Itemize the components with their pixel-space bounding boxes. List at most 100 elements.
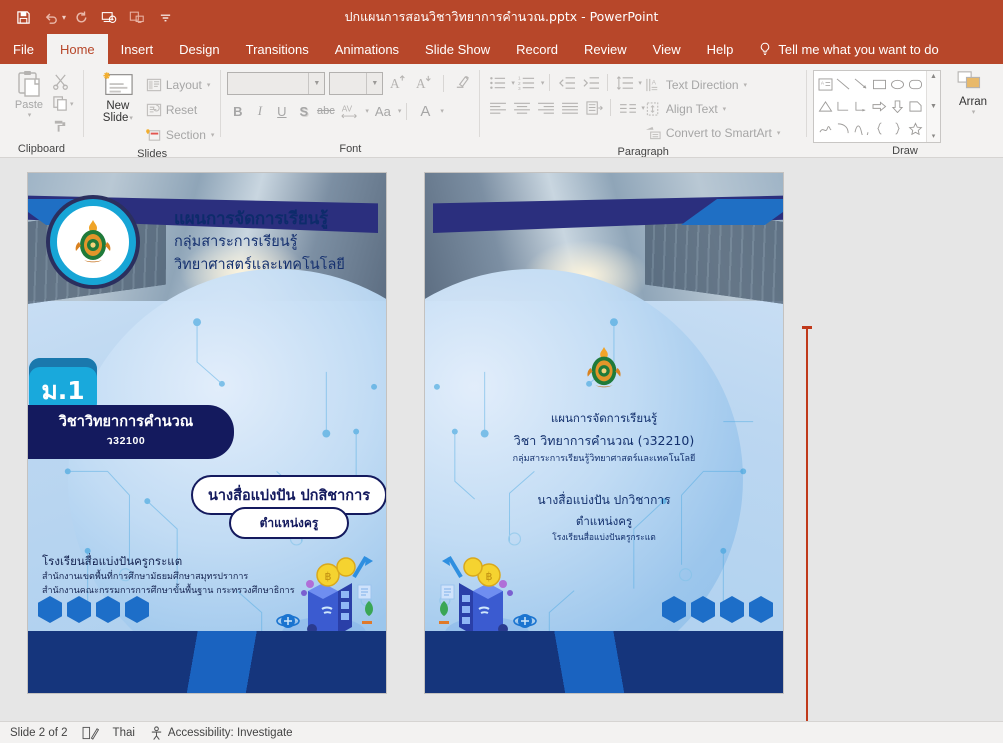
- tell-me-search[interactable]: Tell me what you want to do: [746, 34, 950, 64]
- change-case-caret[interactable]: ▾: [398, 107, 402, 115]
- shapes-scroll-up-icon[interactable]: ▲: [930, 73, 937, 80]
- down-arrow-shape-icon[interactable]: [888, 95, 906, 117]
- text-direction-caret[interactable]: ▾: [744, 81, 748, 89]
- arrange-button[interactable]: Arran ▾: [949, 68, 997, 116]
- justify-button[interactable]: [558, 97, 581, 119]
- shapes-scroll-down-icon[interactable]: ▼: [930, 103, 937, 110]
- tab-slide-show[interactable]: Slide Show: [412, 34, 503, 64]
- font-color-button[interactable]: A: [412, 100, 438, 122]
- elbow-connector-icon[interactable]: [834, 95, 852, 117]
- character-spacing-caret[interactable]: ▾: [365, 107, 369, 115]
- slide-2-text-block[interactable]: แผนการจัดการเรียนรู้ วิชา วิทยาการคำนวณ …: [425, 409, 783, 545]
- notes-status-icon[interactable]: [82, 726, 99, 740]
- cut-button[interactable]: [52, 71, 74, 92]
- slide-1-title-block[interactable]: แผนการจัดการเรียนรู้ กลุ่มสาระการเรียนรู…: [174, 209, 386, 275]
- layout-dropdown-caret[interactable]: ▾: [207, 81, 211, 89]
- align-text-button[interactable]: Align Text ▾: [645, 97, 781, 120]
- smartart-columns-button[interactable]: [616, 97, 639, 119]
- tab-insert[interactable]: Insert: [108, 34, 167, 64]
- present-online-icon[interactable]: [124, 5, 150, 29]
- align-center-button[interactable]: [510, 97, 533, 119]
- pentagon-flow-shape-icon[interactable]: [906, 95, 924, 117]
- rectangle-shape-icon[interactable]: [870, 73, 888, 95]
- format-painter-button[interactable]: [52, 115, 74, 136]
- tab-file[interactable]: File: [0, 34, 47, 64]
- arrow-shape-icon[interactable]: [852, 73, 870, 95]
- bold-button[interactable]: B: [227, 100, 248, 122]
- new-slide-button[interactable]: New Slide ▾: [90, 68, 146, 124]
- shapes-gallery-more-icon[interactable]: ▾: [932, 132, 936, 140]
- elbow-arrow-connector-icon[interactable]: [852, 95, 870, 117]
- reset-button[interactable]: Reset: [146, 98, 215, 121]
- double-curve-shape-icon[interactable]: [852, 118, 870, 140]
- text-direction-button[interactable]: A Text Direction ▾: [645, 73, 781, 96]
- paste-dropdown-caret[interactable]: ▾: [28, 111, 32, 119]
- align-left-button[interactable]: [486, 97, 509, 119]
- arrange-caret[interactable]: ▾: [972, 108, 976, 116]
- undo-dropdown-caret[interactable]: ▾: [62, 13, 66, 22]
- customize-qat-icon[interactable]: [152, 5, 178, 29]
- underline-button[interactable]: U: [271, 100, 292, 122]
- left-brace-shape-icon[interactable]: [870, 118, 888, 140]
- right-brace-shape-icon[interactable]: [888, 118, 906, 140]
- align-right-button[interactable]: [534, 97, 557, 119]
- font-name-combo[interactable]: ▼: [227, 71, 326, 95]
- slide-counter[interactable]: Slide 2 of 2: [10, 727, 68, 739]
- increase-indent-button[interactable]: [579, 72, 602, 94]
- tab-transitions[interactable]: Transitions: [233, 34, 322, 64]
- scribble-shape-icon[interactable]: [816, 118, 834, 140]
- font-size-combo[interactable]: ▼: [329, 71, 384, 95]
- arc-shape-icon[interactable]: [834, 118, 852, 140]
- start-from-beginning-icon[interactable]: [96, 5, 122, 29]
- convert-to-smartart-button[interactable]: Convert to SmartArt ▾: [645, 121, 781, 144]
- change-case-button[interactable]: Aa: [370, 100, 396, 122]
- copy-button[interactable]: ▾: [52, 93, 74, 114]
- clear-formatting-icon[interactable]: [452, 72, 474, 94]
- save-icon[interactable]: [10, 5, 36, 29]
- section-dropdown-caret[interactable]: ▾: [211, 131, 215, 139]
- language-status[interactable]: Thai: [113, 727, 135, 739]
- shapes-gallery[interactable]: A ▲ ▼ ▾: [813, 70, 942, 143]
- accessibility-status[interactable]: Accessibility: Investigate: [149, 725, 293, 740]
- rounded-rectangle-shape-icon[interactable]: [906, 73, 924, 95]
- font-name-value[interactable]: [228, 73, 308, 94]
- text-shadow-button[interactable]: S: [293, 100, 314, 122]
- bullets-caret[interactable]: ▾: [511, 79, 515, 87]
- tab-animations[interactable]: Animations: [322, 34, 412, 64]
- font-color-caret[interactable]: ▾: [440, 107, 444, 115]
- line-spacing-button[interactable]: [613, 72, 636, 94]
- tab-home[interactable]: Home: [46, 34, 108, 64]
- tab-view[interactable]: View: [640, 34, 694, 64]
- slide-2[interactable]: แผนการจัดการเรียนรู้ วิชา วิทยาการคำนวณ …: [424, 172, 784, 694]
- convert-to-smartart-caret[interactable]: ▾: [777, 129, 781, 137]
- slide-1-teacher-role-pill[interactable]: ตำแหน่งครู: [229, 507, 349, 539]
- strikethrough-button[interactable]: abc: [315, 100, 336, 122]
- shapes-gallery-scrollbar[interactable]: ▲ ▼ ▾: [926, 71, 941, 142]
- increase-font-size-icon[interactable]: A: [387, 72, 409, 94]
- character-spacing-button[interactable]: AV: [337, 100, 363, 122]
- font-size-caret[interactable]: ▼: [366, 72, 382, 94]
- tab-help[interactable]: Help: [694, 34, 747, 64]
- columns-button[interactable]: [582, 97, 605, 119]
- italic-button[interactable]: I: [249, 100, 270, 122]
- numbering-button[interactable]: 123: [516, 72, 539, 94]
- redo-icon[interactable]: [68, 5, 94, 29]
- oval-shape-icon[interactable]: [888, 73, 906, 95]
- paste-button[interactable]: Paste ▾: [6, 68, 52, 119]
- slide-editing-area[interactable]: แผนการจัดการเรียนรู้ กลุ่มสาระการเรียนรู…: [0, 158, 1003, 721]
- bullets-button[interactable]: [486, 72, 509, 94]
- triangle-shape-icon[interactable]: [816, 95, 834, 117]
- tab-design[interactable]: Design: [166, 34, 232, 64]
- slide-1[interactable]: แผนการจัดการเรียนรู้ กลุ่มสาระการเรียนรู…: [27, 172, 387, 694]
- copy-dropdown-caret[interactable]: ▾: [70, 100, 74, 108]
- star-shape-icon[interactable]: [906, 118, 924, 140]
- right-arrow-shape-icon[interactable]: [870, 95, 888, 117]
- decrease-indent-button[interactable]: [555, 72, 578, 94]
- tab-record[interactable]: Record: [503, 34, 571, 64]
- tab-review[interactable]: Review: [571, 34, 640, 64]
- slide-1-subject-bar[interactable]: วิชาวิทยาการคำนวณ ว32100: [28, 405, 234, 459]
- align-text-caret[interactable]: ▾: [723, 105, 727, 113]
- font-name-caret[interactable]: ▼: [308, 72, 324, 94]
- undo-icon[interactable]: [38, 5, 64, 29]
- vertical-guide-line[interactable]: [802, 326, 812, 721]
